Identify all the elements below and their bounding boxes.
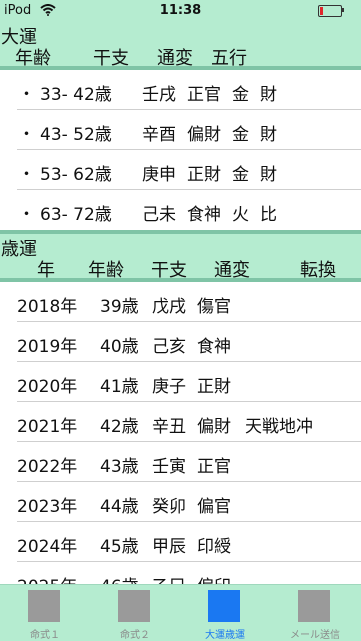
saiun-row[interactable]: 2023年 44歳 癸卯 偏官 xyxy=(0,482,361,522)
tsuhen: 正財 xyxy=(187,165,221,185)
gogyo-element: 金 xyxy=(232,125,249,145)
battery-icon xyxy=(318,5,342,17)
daiun-row[interactable]: ・ 33- 42歳 壬戌 正官 金 財 xyxy=(0,70,361,110)
saiun-row[interactable]: 2020年 41歳 庚子 正財 xyxy=(0,362,361,402)
kanshi: 庚子 xyxy=(152,377,186,397)
age-range: 53- 62歳 xyxy=(40,165,112,185)
year: 2018年 xyxy=(17,297,78,317)
tab-label: メール送信 xyxy=(290,630,340,641)
age: 40歳 xyxy=(100,337,139,357)
year: 2022年 xyxy=(17,457,78,477)
gogyo-relation: 財 xyxy=(260,85,277,105)
age: 45歳 xyxy=(100,537,139,557)
gogyo-element: 火 xyxy=(232,205,249,225)
tab-icon xyxy=(208,590,240,622)
saiun-header: 歳運 年 年齢 干支 通変 転換 xyxy=(0,234,361,281)
daiun-header: 大運 年齢 干支 通変 五行 xyxy=(0,22,361,69)
year: 2020年 xyxy=(17,377,78,397)
kanshi: 己亥 xyxy=(152,337,186,357)
tsuhen: 印綬 xyxy=(197,537,231,557)
gogyo-relation: 財 xyxy=(260,125,277,145)
kanshi: 甲辰 xyxy=(152,537,186,557)
gogyo-relation: 財 xyxy=(260,165,277,185)
tab-label: 大運歳運 xyxy=(205,630,245,641)
tab-bar: 命式１ 命式２ 大運歳運 メール送信 xyxy=(0,584,361,641)
tab-meishiki-1[interactable]: 命式１ xyxy=(0,585,90,641)
age: 39歳 xyxy=(100,297,139,317)
kanshi: 戊戌 xyxy=(152,297,186,317)
tab-label: 命式２ xyxy=(120,630,150,641)
kanshi: 庚申 xyxy=(142,165,176,185)
age: 41歳 xyxy=(100,377,139,397)
tab-icon xyxy=(28,590,60,622)
tab-icon xyxy=(118,590,150,622)
clock: 11:38 xyxy=(159,3,202,18)
tab-label: 命式１ xyxy=(30,630,60,641)
kanshi: 辛酉 xyxy=(142,125,176,145)
gogyo-relation: 比 xyxy=(260,205,277,225)
bullet: ・ xyxy=(18,165,35,185)
battery-nub xyxy=(342,8,344,12)
saiun-title: 歳運 xyxy=(1,239,37,260)
tsuhen: 偏官 xyxy=(197,497,231,517)
tab-icon xyxy=(298,590,330,622)
tsuhen: 正官 xyxy=(197,457,231,477)
tsuhen: 正官 xyxy=(187,85,221,105)
tab-meishiki-2[interactable]: 命式２ xyxy=(90,585,180,641)
bullet: ・ xyxy=(18,205,35,225)
saiun-row[interactable]: 2022年 43歳 壬寅 正官 xyxy=(0,442,361,482)
tsuhen: 傷官 xyxy=(197,297,231,317)
year: 2021年 xyxy=(17,417,78,437)
tsuhen: 食神 xyxy=(187,205,221,225)
gogyo-element: 金 xyxy=(232,165,249,185)
year: 2024年 xyxy=(17,537,78,557)
daiun-row[interactable]: ・ 53- 62歳 庚申 正財 金 財 xyxy=(0,150,361,190)
saiun-row[interactable]: 2019年 40歳 己亥 食神 xyxy=(0,322,361,362)
saiun-row[interactable]: 2024年 45歳 甲辰 印綬 xyxy=(0,522,361,562)
tsuhen: 偏財 xyxy=(197,417,231,437)
kanshi: 辛丑 xyxy=(152,417,186,437)
daiun-row[interactable]: ・ 43- 52歳 辛酉 偏財 金 財 xyxy=(0,110,361,150)
tsuhen: 偏財 xyxy=(187,125,221,145)
saiun-row[interactable]: 2018年 39歳 戊戌 傷官 xyxy=(0,282,361,322)
kanshi: 壬戌 xyxy=(142,85,176,105)
age-range: 33- 42歳 xyxy=(40,85,112,105)
gogyo-element: 金 xyxy=(232,85,249,105)
bullet: ・ xyxy=(18,125,35,145)
kanshi: 壬寅 xyxy=(152,457,186,477)
status-bar: iPod 11:38 xyxy=(0,0,361,22)
tenkan: 天戦地冲 xyxy=(245,417,313,437)
age-range: 43- 52歳 xyxy=(40,125,112,145)
tab-daiun-saiun[interactable]: 大運歳運 xyxy=(180,585,270,641)
bullet: ・ xyxy=(18,85,35,105)
saiun-row[interactable]: 2021年 42歳 辛丑 偏財 天戦地冲 xyxy=(0,402,361,442)
tsuhen: 正財 xyxy=(197,377,231,397)
age: 43歳 xyxy=(100,457,139,477)
age: 44歳 xyxy=(100,497,139,517)
daiun-row[interactable]: ・ 63- 72歳 己未 食神 火 比 xyxy=(0,190,361,230)
tsuhen: 食神 xyxy=(197,337,231,357)
year: 2019年 xyxy=(17,337,78,357)
age-range: 63- 72歳 xyxy=(40,205,112,225)
kanshi: 己未 xyxy=(142,205,176,225)
year: 2023年 xyxy=(17,497,78,517)
tab-mail-send[interactable]: メール送信 xyxy=(270,585,360,641)
kanshi: 癸卯 xyxy=(152,497,186,517)
age: 42歳 xyxy=(100,417,139,437)
